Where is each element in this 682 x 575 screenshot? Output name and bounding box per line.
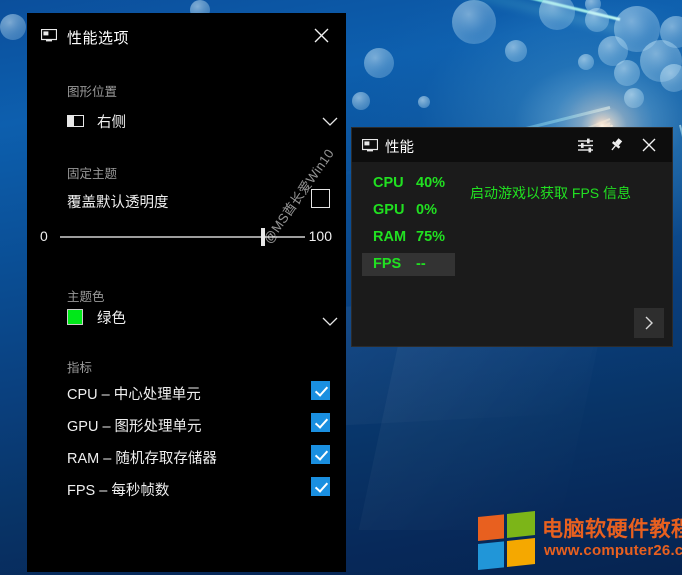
theme-color-value: 绿色 xyxy=(97,311,126,327)
window-title: 性能选项 xyxy=(67,30,130,47)
close-icon[interactable] xyxy=(636,132,662,158)
bokeh-circle xyxy=(352,92,370,110)
perf-metric-ram-name: RAM xyxy=(373,229,407,245)
perf-metric-gpu-value: 0% xyxy=(416,202,437,218)
perf-metric-cpu-value: 40% xyxy=(416,175,446,191)
metric-label-fps: FPS – 每秒帧数 xyxy=(67,483,170,499)
perf-metric-ram[interactable]: RAM 75% xyxy=(362,226,454,249)
perf-metric-cpu-name: CPU xyxy=(373,175,404,191)
bokeh-circle xyxy=(640,40,682,82)
slider-max-label: 100 xyxy=(308,228,332,244)
graph-position-value: 右侧 xyxy=(97,115,126,131)
metric-checkbox-gpu[interactable] xyxy=(311,413,330,432)
opacity-slider[interactable]: 0 100 xyxy=(27,223,346,251)
graph-position-dropdown[interactable]: 右侧 xyxy=(55,106,346,136)
settings-sliders-icon[interactable] xyxy=(572,132,598,158)
monitor-icon xyxy=(361,138,379,152)
perf-metric-gpu-name: GPU xyxy=(373,202,405,218)
chevron-down-icon xyxy=(318,310,342,332)
performance-options-window: 性能选项 图形位置 右侧 固定主题 覆盖默认透明度 0 100 主题色 绿色 指… xyxy=(27,13,346,572)
performance-widget-window: 性能 CPU 40% GPU 0% RAM 75% FPS -- 启动游戏以获取… xyxy=(352,128,672,346)
bokeh-circle xyxy=(614,6,660,52)
section-label-pin-theme: 固定主题 xyxy=(67,167,118,181)
bokeh-circle xyxy=(578,54,594,70)
perf-metric-cpu[interactable]: CPU 40% xyxy=(362,172,454,195)
override-opacity-label: 覆盖默认透明度 xyxy=(67,195,169,211)
monitor-icon xyxy=(40,28,58,42)
bokeh-circle xyxy=(614,60,640,86)
layout-right-icon xyxy=(67,115,84,127)
metric-checkbox-cpu[interactable] xyxy=(311,381,330,400)
slider-track[interactable] xyxy=(60,236,305,238)
metric-label-ram: RAM – 随机存取存储器 xyxy=(67,451,217,467)
options-titlebar: 性能选项 xyxy=(27,13,346,56)
theme-color-dropdown[interactable]: 绿色 xyxy=(55,302,346,332)
metric-checkbox-ram[interactable] xyxy=(311,445,330,464)
bokeh-circle xyxy=(585,0,601,12)
close-button[interactable] xyxy=(304,21,338,49)
perf-metric-fps-value: -- xyxy=(416,256,426,272)
chevron-down-icon xyxy=(318,110,342,132)
slider-thumb[interactable] xyxy=(261,228,265,246)
perf-metric-fps-name: FPS xyxy=(373,256,402,272)
override-opacity-checkbox[interactable] xyxy=(311,189,330,208)
metric-label-gpu: GPU – 图形处理单元 xyxy=(67,419,202,435)
perf-metric-gpu[interactable]: GPU 0% xyxy=(362,199,454,222)
bokeh-circle xyxy=(418,96,430,108)
bokeh-circle xyxy=(364,48,394,78)
wallpaper-window-shape-2 xyxy=(358,330,602,530)
bokeh-circle xyxy=(660,16,682,48)
bokeh-circle xyxy=(539,0,575,30)
perf-metric-fps[interactable]: FPS -- xyxy=(362,253,455,276)
bokeh-circle xyxy=(624,88,644,108)
fps-hint-text: 启动游戏以获取 FPS 信息 xyxy=(470,185,632,201)
bokeh-circle xyxy=(660,64,682,92)
section-label-metrics: 指标 xyxy=(67,361,93,375)
metric-label-cpu: CPU – 中心处理单元 xyxy=(67,387,201,403)
pin-icon[interactable] xyxy=(603,132,629,158)
section-label-graph-position: 图形位置 xyxy=(67,85,118,99)
color-swatch xyxy=(67,309,83,325)
perf-metric-ram-value: 75% xyxy=(416,229,446,245)
perf-titlebar: 性能 xyxy=(352,128,672,162)
metric-checkbox-fps[interactable] xyxy=(311,477,330,496)
bokeh-circle xyxy=(452,0,496,44)
slider-min-label: 0 xyxy=(40,228,48,244)
chevron-right-icon[interactable] xyxy=(634,308,664,338)
bokeh-circle xyxy=(598,36,628,66)
bokeh-circle xyxy=(0,14,26,40)
bokeh-circle xyxy=(585,8,609,32)
perf-body: CPU 40% GPU 0% RAM 75% FPS -- 启动游戏以获取 FP… xyxy=(352,162,672,346)
bokeh-circle xyxy=(505,40,527,62)
perf-window-title: 性能 xyxy=(385,140,414,156)
